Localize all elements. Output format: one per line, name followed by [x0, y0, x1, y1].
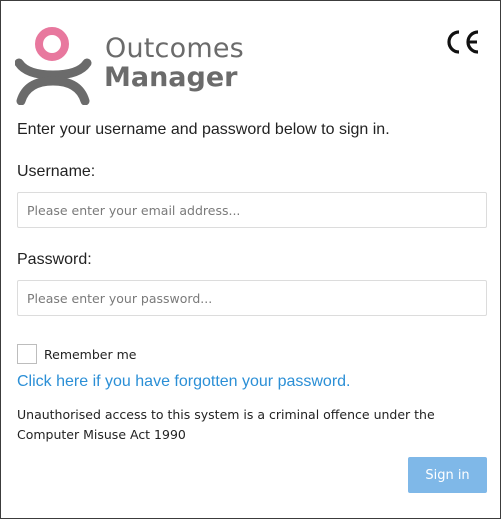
login-panel: Outcomes Manager Enter your username and… [0, 0, 501, 519]
sign-in-instructions: Enter your username and password below t… [17, 121, 390, 138]
remember-me-label[interactable]: Remember me [44, 347, 136, 362]
ce-mark-icon [447, 30, 479, 54]
remember-me-row: Remember me [17, 343, 136, 365]
sign-in-button[interactable]: Sign in [408, 457, 487, 493]
username-label: Username: [17, 163, 96, 180]
forgot-password-link[interactable]: Click here if you have forgotten your pa… [17, 373, 351, 391]
username-input[interactable] [17, 192, 487, 228]
legal-notice: Unauthorised access to this system is a … [17, 407, 435, 442]
remember-me-checkbox[interactable] [17, 344, 37, 364]
outcomes-person-logo-icon [15, 27, 92, 105]
brand-name-outcomes: Outcomes [105, 33, 244, 64]
password-input[interactable] [17, 280, 487, 316]
brand-name-manager: Manager [104, 62, 238, 93]
password-label: Password: [17, 251, 92, 268]
